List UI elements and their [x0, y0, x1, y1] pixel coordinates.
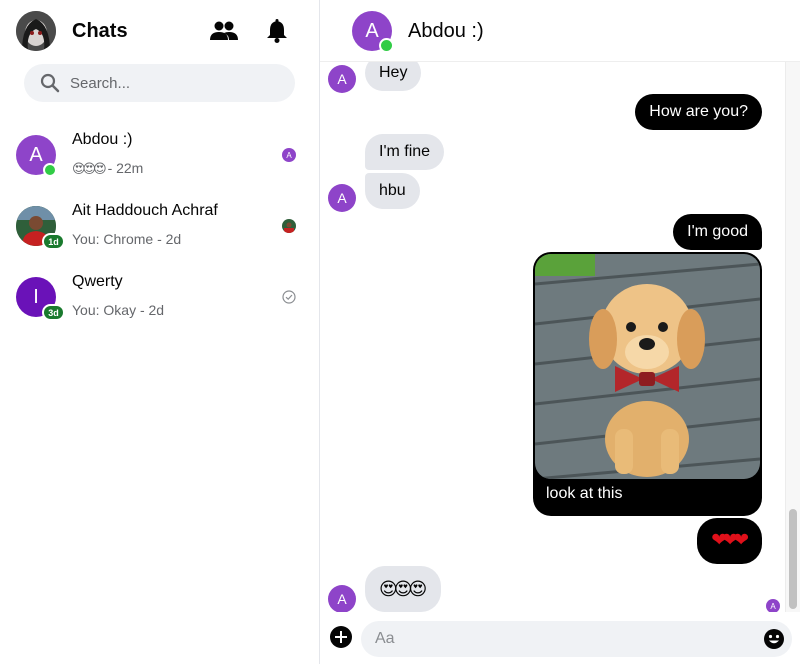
- message-bubble[interactable]: ❤❤❤: [697, 518, 762, 564]
- puppy-image[interactable]: [535, 254, 760, 479]
- sidebar-title: Chats: [72, 20, 128, 42]
- chat-preview: 😍😍😍 - 22m: [72, 160, 143, 177]
- search-input[interactable]: [70, 74, 270, 92]
- message-list[interactable]: A Hey How are you? I'm fine A hbu I'm go…: [320, 62, 800, 612]
- message-bubble[interactable]: Hey: [365, 62, 422, 91]
- seen-avatar: A: [282, 148, 296, 162]
- sender-avatar: A: [328, 585, 356, 612]
- message-bubble[interactable]: 😍😍😍: [365, 566, 442, 612]
- search-icon: [40, 73, 60, 93]
- chat-name: Abdou :): [72, 131, 133, 148]
- conversation-header: A Abdou :): [320, 0, 800, 62]
- bell-icon[interactable]: [263, 17, 291, 45]
- seen-avatar: [282, 219, 296, 233]
- chat-name: Qwerty: [72, 273, 123, 290]
- sidebar: Chats A Abdou :) 😍😍😍 - 22m A: [0, 0, 320, 664]
- contact-name[interactable]: Abdou :): [408, 20, 484, 43]
- sender-avatar: A: [328, 184, 356, 212]
- message-bubble[interactable]: How are you?: [635, 94, 762, 130]
- chat-item-ait-haddouch[interactable]: 1d Ait Haddouch Achraf You: Chrome - 2d: [0, 190, 320, 261]
- conversation-panel: A Abdou :) A Hey How are you? I'm fine A…: [320, 0, 800, 664]
- chat-list: A Abdou :) 😍😍😍 - 22m A 1d Ait Haddouch A…: [0, 119, 320, 332]
- sender-avatar: A: [328, 65, 356, 93]
- chat-preview: You: Chrome - 2d: [72, 231, 182, 247]
- scrollbar[interactable]: [785, 62, 800, 612]
- online-indicator: [43, 163, 57, 177]
- seen-indicator: A: [766, 599, 780, 612]
- chat-preview: You: Okay - 2d: [72, 302, 165, 318]
- image-caption: look at this: [546, 485, 623, 502]
- message-bubble[interactable]: I'm fine: [365, 134, 445, 170]
- message-input-wrapper: [361, 621, 792, 657]
- message-input[interactable]: [375, 621, 755, 657]
- preview-emoji: 😍😍😍: [72, 161, 107, 176]
- people-icon[interactable]: [210, 17, 238, 45]
- last-active-badge: 1d: [42, 233, 65, 250]
- search-bar: [24, 64, 295, 102]
- sidebar-header: Chats: [0, 0, 319, 62]
- preview-time: - 22m: [107, 160, 144, 176]
- plus-icon[interactable]: [330, 626, 352, 648]
- chat-item-abdou[interactable]: A Abdou :) 😍😍😍 - 22m A: [0, 119, 320, 190]
- emoji-icon[interactable]: [764, 629, 784, 649]
- chat-name: Ait Haddouch Achraf: [72, 202, 218, 219]
- online-indicator: [379, 38, 394, 53]
- message-bubble[interactable]: hbu: [365, 173, 420, 209]
- messenger-app: Chats A Abdou :) 😍😍😍 - 22m A: [0, 0, 800, 664]
- image-message[interactable]: look at this: [533, 252, 762, 516]
- last-active-badge: 3d: [42, 304, 65, 321]
- scroll-thumb[interactable]: [789, 509, 797, 609]
- chat-item-qwerty[interactable]: I 3d Qwerty You: Okay - 2d: [0, 261, 320, 332]
- composer: [320, 612, 800, 664]
- my-avatar[interactable]: [16, 11, 56, 51]
- message-bubble[interactable]: I'm good: [673, 214, 762, 250]
- check-circle-icon: [282, 290, 296, 304]
